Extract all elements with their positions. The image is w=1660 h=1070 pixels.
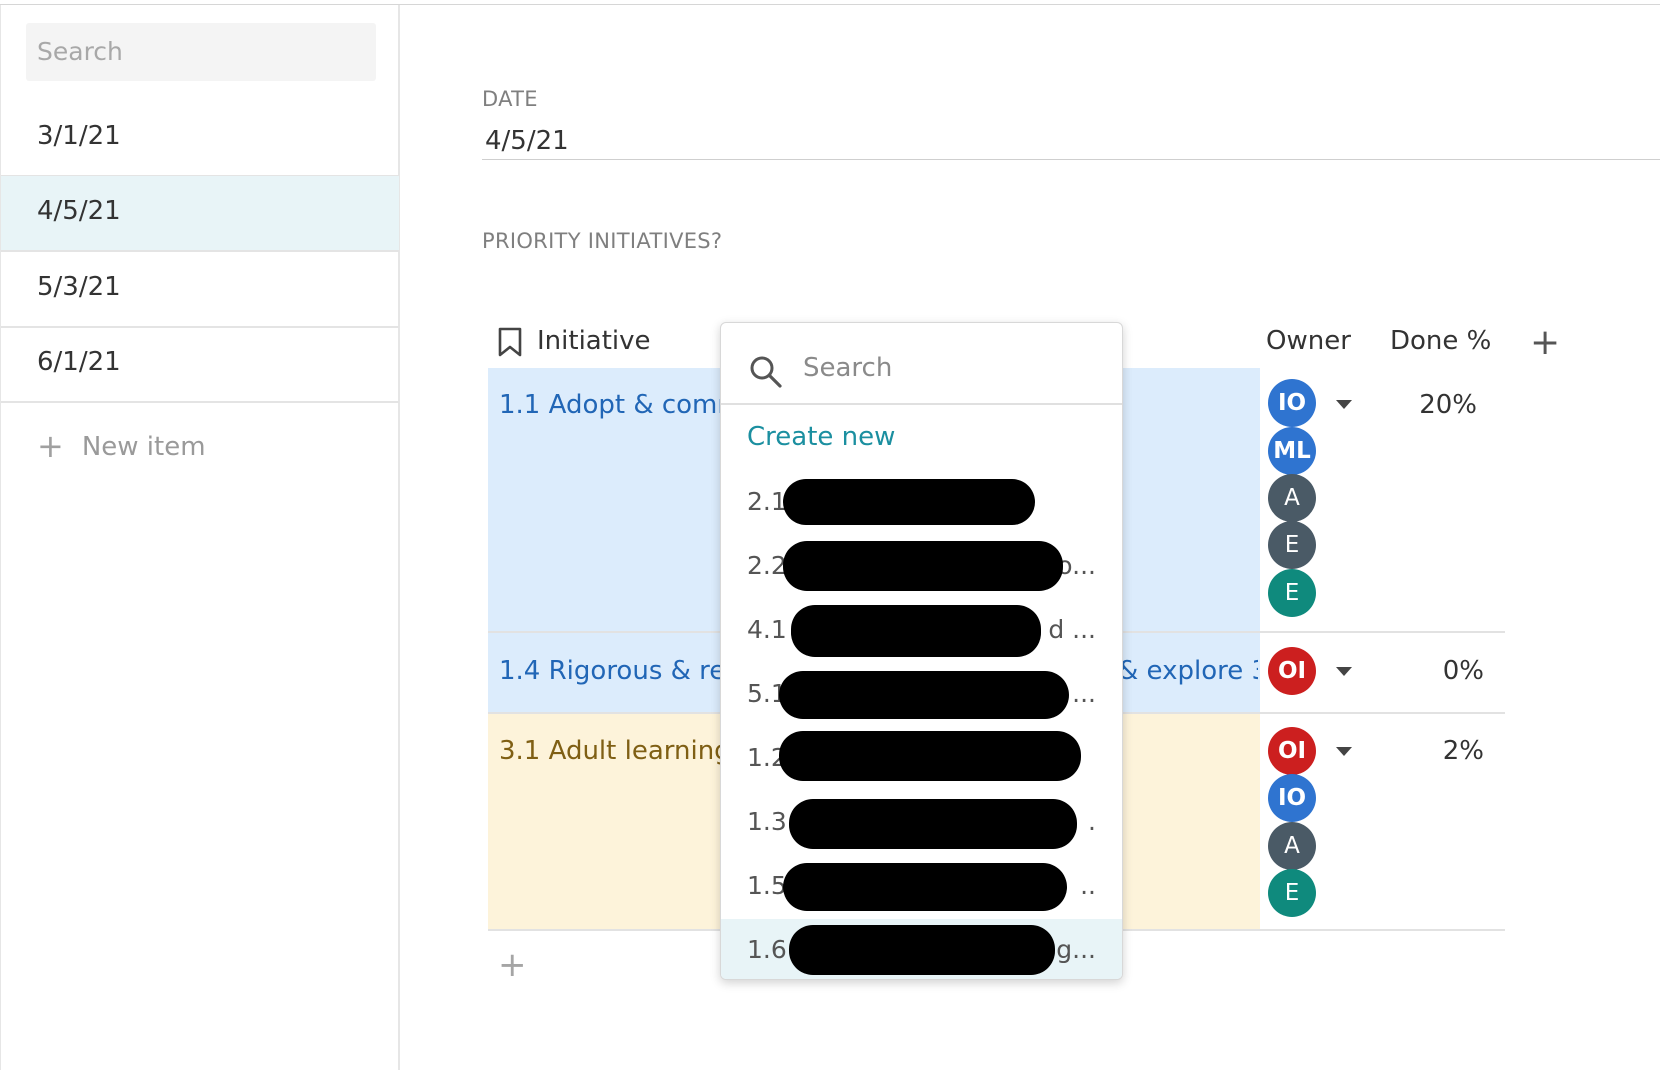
priority-initiatives-label: PRIORITY INITIATIVES? bbox=[482, 229, 723, 253]
option-number: 2.2 bbox=[747, 551, 787, 580]
initiative-cell[interactable]: 1.4 Rigorous & rel bbox=[499, 656, 733, 686]
dropdown-option[interactable]: 4.1 d ... bbox=[721, 599, 1122, 663]
redaction-mark bbox=[779, 731, 1081, 781]
redaction-mark bbox=[783, 541, 1063, 591]
add-row-button[interactable]: + bbox=[498, 945, 527, 985]
sidebar-item-label: 4/5/21 bbox=[37, 196, 121, 226]
avatar[interactable]: E bbox=[1268, 869, 1316, 917]
option-tail: o... bbox=[1057, 551, 1096, 580]
avatar[interactable]: E bbox=[1268, 569, 1316, 617]
column-header-initiative[interactable]: Initiative bbox=[537, 326, 651, 356]
option-tail: d ... bbox=[1048, 615, 1096, 644]
option-tail: .. bbox=[1080, 871, 1096, 900]
sidebar-item-6-1-21[interactable]: 6/1/21 bbox=[1, 327, 399, 403]
redaction-mark bbox=[783, 479, 1035, 525]
sidebar-item-3-1-21[interactable]: 3/1/21 bbox=[1, 101, 399, 177]
redaction-mark bbox=[789, 799, 1077, 849]
avatar[interactable]: A bbox=[1268, 474, 1316, 522]
dropdown-option[interactable]: 1.2 bbox=[721, 727, 1122, 791]
dropdown-option[interactable]: 5.1 ... bbox=[721, 663, 1122, 727]
option-number: 4.1 bbox=[747, 615, 787, 644]
initiative-cell[interactable]: 3.1 Adult learning bbox=[499, 736, 731, 766]
avatar[interactable]: A bbox=[1268, 822, 1316, 870]
add-column-button[interactable]: + bbox=[1530, 322, 1560, 363]
column-header-done[interactable]: Done % bbox=[1390, 326, 1491, 356]
avatar[interactable]: OI bbox=[1268, 727, 1316, 775]
sidebar-item-label: 3/1/21 bbox=[37, 121, 121, 151]
plus-icon: + bbox=[37, 427, 64, 465]
dropdown-option[interactable]: 1.6 g... bbox=[721, 919, 1122, 979]
option-tail: . bbox=[1088, 807, 1096, 836]
sidebar: Search 3/1/21 4/5/21 5/3/21 6/1/21 + New … bbox=[0, 5, 400, 1070]
dropdown-option[interactable]: 2.1 bbox=[721, 471, 1122, 535]
dropdown-search-placeholder: Search bbox=[803, 353, 893, 383]
sidebar-search-input[interactable]: Search bbox=[26, 23, 376, 81]
date-field-underline bbox=[482, 159, 1660, 160]
bookmark-icon bbox=[498, 327, 522, 357]
option-number: 1.3 bbox=[747, 807, 787, 836]
date-field-value[interactable]: 4/5/21 bbox=[485, 126, 569, 156]
avatar[interactable]: IO bbox=[1268, 379, 1316, 427]
avatar[interactable]: IO bbox=[1268, 774, 1316, 822]
sidebar-item-5-3-21[interactable]: 5/3/21 bbox=[1, 252, 399, 328]
sidebar-item-label: 5/3/21 bbox=[37, 272, 121, 302]
search-icon bbox=[750, 356, 782, 388]
column-header-owner[interactable]: Owner bbox=[1266, 326, 1351, 356]
dropdown-option[interactable]: 2.2 o... bbox=[721, 535, 1122, 599]
done-percent-cell[interactable]: 2% bbox=[1384, 736, 1484, 766]
new-item-button[interactable]: + New item bbox=[37, 425, 206, 465]
option-number: 1.5 bbox=[747, 871, 787, 900]
new-item-label: New item bbox=[81, 432, 206, 462]
option-tail: g... bbox=[1056, 935, 1096, 964]
dropdown-option[interactable]: 1.3 . bbox=[721, 791, 1122, 855]
sidebar-search-placeholder: Search bbox=[37, 37, 123, 66]
redaction-mark bbox=[789, 925, 1055, 975]
avatar[interactable]: OI bbox=[1268, 647, 1316, 695]
chevron-down-icon[interactable] bbox=[1336, 747, 1352, 756]
sidebar-item-label: 6/1/21 bbox=[37, 347, 121, 377]
sidebar-item-4-5-21[interactable]: 4/5/21 bbox=[1, 176, 399, 252]
done-percent-cell[interactable]: 0% bbox=[1384, 656, 1484, 686]
option-number: 2.1 bbox=[747, 487, 787, 516]
option-number: 1.6 bbox=[747, 935, 787, 964]
dropdown-option[interactable]: 1.5 .. bbox=[721, 855, 1122, 919]
initiative-dropdown: Search Create new 2.1 2.2 o... 4.1 d ...… bbox=[720, 322, 1123, 980]
chevron-down-icon[interactable] bbox=[1336, 667, 1352, 676]
create-new-option[interactable]: Create new bbox=[747, 422, 895, 452]
redaction-mark bbox=[783, 863, 1067, 911]
dropdown-search-input[interactable]: Search bbox=[721, 323, 1122, 405]
chevron-down-icon[interactable] bbox=[1336, 400, 1352, 409]
date-field-label: DATE bbox=[482, 87, 538, 111]
done-percent-cell[interactable]: 20% bbox=[1377, 390, 1477, 420]
initiative-cell[interactable]: 1.1 Adopt & comm bbox=[499, 390, 743, 420]
redaction-mark bbox=[791, 605, 1041, 657]
avatar[interactable]: ML bbox=[1268, 427, 1316, 475]
initiative-cell-tail[interactable]: & explore 3- bbox=[1118, 656, 1258, 686]
option-tail: ... bbox=[1072, 679, 1096, 708]
avatar[interactable]: E bbox=[1268, 521, 1316, 569]
redaction-mark bbox=[779, 671, 1069, 719]
